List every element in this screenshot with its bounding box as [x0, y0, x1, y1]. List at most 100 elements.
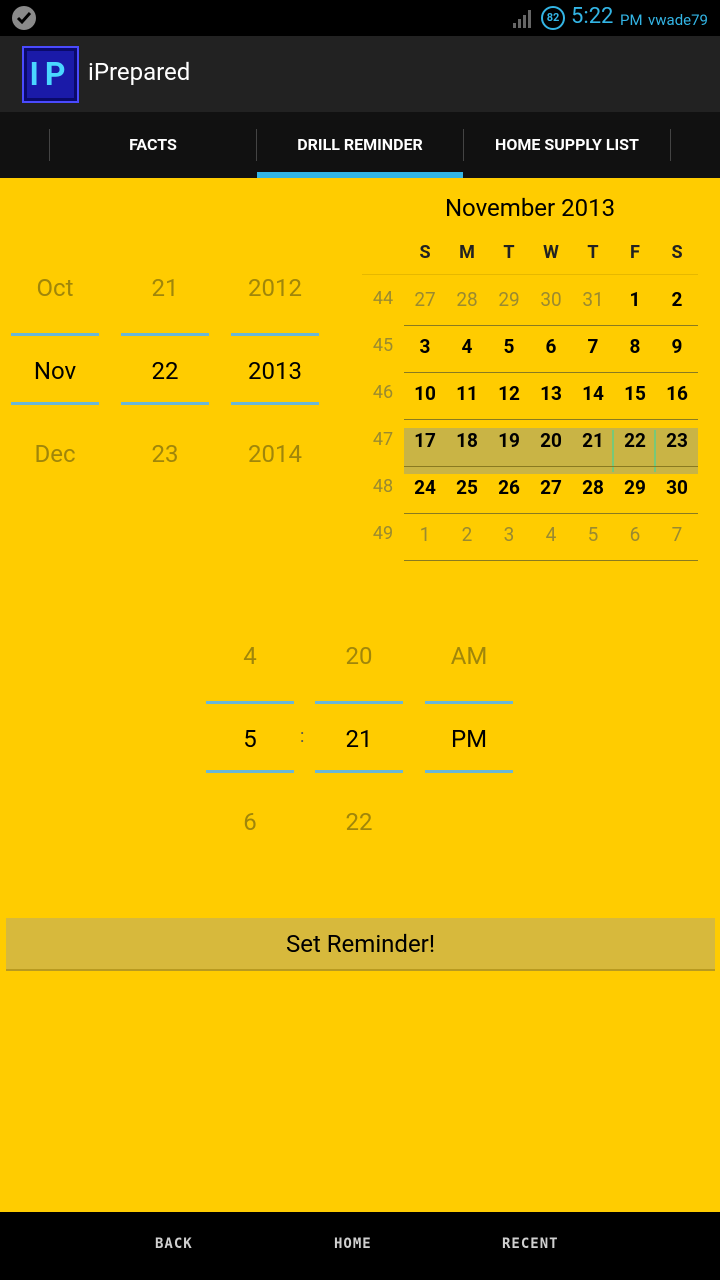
calendar-day[interactable]: 6: [614, 523, 656, 546]
calendar-day[interactable]: 3: [404, 335, 446, 358]
main-content: Oct Nov Dec 21 22 23 2012 2013 2014 Nove…: [0, 178, 720, 1212]
minute-current[interactable]: 21: [315, 725, 403, 753]
calendar-divider: [404, 419, 698, 420]
hour-current[interactable]: 5: [206, 725, 294, 753]
action-bar: IP iPrepared: [0, 36, 720, 112]
calendar-day[interactable]: 30: [656, 476, 698, 499]
tab-home-supply-list[interactable]: HOME SUPPLY LIST: [464, 112, 670, 178]
calendar-day[interactable]: 3: [488, 523, 530, 546]
hour-picker[interactable]: 4 5 6: [206, 618, 294, 858]
calendar-day[interactable]: 16: [656, 382, 698, 405]
calendar-day[interactable]: 2: [656, 288, 698, 311]
back-button[interactable]: BACK: [155, 1236, 193, 1252]
calendar-day[interactable]: 5: [488, 335, 530, 358]
picker-divider: [425, 770, 513, 773]
picker-divider: [11, 333, 99, 336]
calendar-day[interactable]: 7: [656, 523, 698, 546]
calendar-day[interactable]: 10: [404, 382, 446, 405]
calendar-day[interactable]: 19: [488, 429, 530, 452]
calendar-month-title: November 2013: [444, 194, 616, 222]
picker-divider: [315, 701, 403, 704]
calendar-day[interactable]: 22: [614, 429, 656, 452]
year-prev[interactable]: 2012: [231, 274, 319, 302]
hour-next[interactable]: 6: [206, 808, 294, 836]
picker-divider: [206, 701, 294, 704]
calendar-day[interactable]: 31: [572, 288, 614, 311]
day-prev[interactable]: 21: [121, 274, 209, 302]
year-next[interactable]: 2014: [231, 440, 319, 468]
calendar-day[interactable]: 17: [404, 429, 446, 452]
calendar-day[interactable]: 13: [530, 382, 572, 405]
calendar-day[interactable]: 23: [656, 429, 698, 452]
ampm-prev[interactable]: AM: [425, 642, 513, 670]
clock-ampm: PM: [620, 11, 643, 29]
minute-picker[interactable]: 20 21 22: [315, 618, 403, 858]
picker-divider: [206, 770, 294, 773]
month-picker[interactable]: Oct Nov Dec: [11, 178, 99, 498]
app-title: iPrepared: [88, 58, 191, 86]
picker-divider: [121, 333, 209, 336]
calendar-day[interactable]: 14: [572, 382, 614, 405]
hour-prev[interactable]: 4: [206, 642, 294, 670]
year-picker[interactable]: 2012 2013 2014: [231, 178, 319, 498]
calendar-week-number: 45: [372, 335, 394, 356]
calendar-weekday-header: F: [630, 242, 640, 263]
day-picker[interactable]: 21 22 23: [121, 178, 209, 498]
status-user: vwade79: [648, 11, 708, 29]
calendar-day[interactable]: 4: [446, 335, 488, 358]
calendar-day[interactable]: 9: [656, 335, 698, 358]
calendar-day[interactable]: 29: [488, 288, 530, 311]
calendar-day[interactable]: 27: [530, 476, 572, 499]
calendar-day[interactable]: 20: [530, 429, 572, 452]
calendar-day[interactable]: 4: [530, 523, 572, 546]
calendar-day[interactable]: 24: [404, 476, 446, 499]
calendar-day[interactable]: 28: [446, 288, 488, 311]
calendar-day[interactable]: 29: [614, 476, 656, 499]
calendar-weekday-header: S: [419, 242, 431, 263]
ampm-current[interactable]: PM: [425, 725, 513, 753]
calendar-day[interactable]: 30: [530, 288, 572, 311]
month-current[interactable]: Nov: [11, 357, 99, 385]
calendar-day[interactable]: 6: [530, 335, 572, 358]
calendar-day[interactable]: 26: [488, 476, 530, 499]
calendar-day[interactable]: 2: [446, 523, 488, 546]
month-next[interactable]: Dec: [11, 440, 99, 468]
nav-bar: BACK HOME RECENT: [0, 1212, 720, 1280]
calendar-divider: [362, 274, 698, 275]
day-current[interactable]: 22: [121, 357, 209, 385]
tab-drill-reminder[interactable]: DRILL REMINDER: [257, 112, 463, 178]
day-next[interactable]: 23: [121, 440, 209, 468]
calendar-divider: [404, 466, 698, 467]
set-reminder-button[interactable]: Set Reminder!: [6, 918, 715, 971]
tab-bar: FACTS DRILL REMINDER HOME SUPPLY LIST: [0, 112, 720, 178]
calendar-day[interactable]: 1: [404, 523, 446, 546]
calendar-day[interactable]: 21: [572, 429, 614, 452]
minute-prev[interactable]: 20: [315, 642, 403, 670]
calendar-week-number: 49: [372, 523, 394, 544]
month-prev[interactable]: Oct: [11, 274, 99, 302]
recent-apps-button[interactable]: RECENT: [502, 1236, 559, 1252]
calendar-day[interactable]: 18: [446, 429, 488, 452]
minute-next[interactable]: 22: [315, 808, 403, 836]
calendar-day[interactable]: 8: [614, 335, 656, 358]
calendar-day[interactable]: 25: [446, 476, 488, 499]
calendar-divider: [404, 325, 698, 326]
ampm-picker[interactable]: AM PM: [425, 618, 513, 858]
battery-icon: 82: [541, 6, 565, 30]
calendar-day[interactable]: 5: [572, 523, 614, 546]
calendar-day[interactable]: 11: [446, 382, 488, 405]
notification-icon: [12, 6, 36, 30]
home-button[interactable]: HOME: [334, 1236, 372, 1252]
calendar-divider: [404, 560, 698, 561]
calendar-weekday-header: W: [543, 242, 559, 263]
calendar-day[interactable]: 27: [404, 288, 446, 311]
app-logo-icon[interactable]: IP: [22, 46, 79, 103]
calendar-day[interactable]: 28: [572, 476, 614, 499]
calendar-day[interactable]: 7: [572, 335, 614, 358]
calendar-day[interactable]: 15: [614, 382, 656, 405]
calendar-day[interactable]: 12: [488, 382, 530, 405]
calendar-day[interactable]: 1: [614, 288, 656, 311]
calendar-week-number: 48: [372, 476, 394, 497]
year-current[interactable]: 2013: [231, 357, 319, 385]
tab-facts[interactable]: FACTS: [50, 112, 256, 178]
